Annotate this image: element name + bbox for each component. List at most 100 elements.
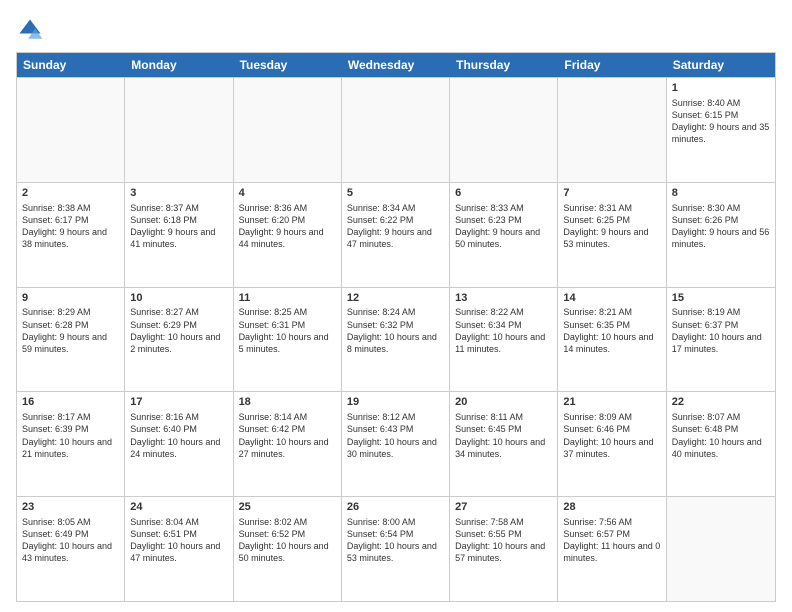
header-day-friday: Friday xyxy=(558,53,666,77)
day-number: 2 xyxy=(22,186,119,201)
day-info: Sunrise: 8:33 AM Sunset: 6:23 PM Dayligh… xyxy=(455,202,552,251)
day-info: Sunrise: 8:40 AM Sunset: 6:15 PM Dayligh… xyxy=(672,97,770,146)
day-number: 17 xyxy=(130,395,227,410)
page: SundayMondayTuesdayWednesdayThursdayFrid… xyxy=(0,0,792,612)
day-cell-25: 25Sunrise: 8:02 AM Sunset: 6:52 PM Dayli… xyxy=(234,497,342,601)
calendar-body: 1Sunrise: 8:40 AM Sunset: 6:15 PM Daylig… xyxy=(17,77,775,601)
empty-cell-0-1 xyxy=(125,78,233,182)
day-cell-8: 8Sunrise: 8:30 AM Sunset: 6:26 PM Daylig… xyxy=(667,183,775,287)
day-number: 11 xyxy=(239,291,336,306)
day-number: 24 xyxy=(130,500,227,515)
day-info: Sunrise: 8:02 AM Sunset: 6:52 PM Dayligh… xyxy=(239,516,336,565)
day-cell-18: 18Sunrise: 8:14 AM Sunset: 6:42 PM Dayli… xyxy=(234,392,342,496)
day-info: Sunrise: 7:56 AM Sunset: 6:57 PM Dayligh… xyxy=(563,516,660,565)
empty-cell-0-0 xyxy=(17,78,125,182)
day-cell-23: 23Sunrise: 8:05 AM Sunset: 6:49 PM Dayli… xyxy=(17,497,125,601)
day-cell-2: 2Sunrise: 8:38 AM Sunset: 6:17 PM Daylig… xyxy=(17,183,125,287)
day-cell-20: 20Sunrise: 8:11 AM Sunset: 6:45 PM Dayli… xyxy=(450,392,558,496)
day-number: 16 xyxy=(22,395,119,410)
day-info: Sunrise: 8:27 AM Sunset: 6:29 PM Dayligh… xyxy=(130,306,227,355)
header-day-thursday: Thursday xyxy=(450,53,558,77)
day-info: Sunrise: 8:17 AM Sunset: 6:39 PM Dayligh… xyxy=(22,411,119,460)
day-number: 22 xyxy=(672,395,770,410)
day-cell-28: 28Sunrise: 7:56 AM Sunset: 6:57 PM Dayli… xyxy=(558,497,666,601)
day-number: 12 xyxy=(347,291,444,306)
day-number: 23 xyxy=(22,500,119,515)
calendar: SundayMondayTuesdayWednesdayThursdayFrid… xyxy=(16,52,776,602)
day-cell-19: 19Sunrise: 8:12 AM Sunset: 6:43 PM Dayli… xyxy=(342,392,450,496)
day-number: 21 xyxy=(563,395,660,410)
day-number: 18 xyxy=(239,395,336,410)
day-number: 5 xyxy=(347,186,444,201)
day-cell-27: 27Sunrise: 7:58 AM Sunset: 6:55 PM Dayli… xyxy=(450,497,558,601)
day-cell-26: 26Sunrise: 8:00 AM Sunset: 6:54 PM Dayli… xyxy=(342,497,450,601)
day-cell-3: 3Sunrise: 8:37 AM Sunset: 6:18 PM Daylig… xyxy=(125,183,233,287)
header-day-saturday: Saturday xyxy=(667,53,775,77)
calendar-row-0: 1Sunrise: 8:40 AM Sunset: 6:15 PM Daylig… xyxy=(17,77,775,182)
day-cell-12: 12Sunrise: 8:24 AM Sunset: 6:32 PM Dayli… xyxy=(342,288,450,392)
empty-cell-0-2 xyxy=(234,78,342,182)
header-day-tuesday: Tuesday xyxy=(234,53,342,77)
day-info: Sunrise: 8:37 AM Sunset: 6:18 PM Dayligh… xyxy=(130,202,227,251)
day-cell-14: 14Sunrise: 8:21 AM Sunset: 6:35 PM Dayli… xyxy=(558,288,666,392)
day-number: 25 xyxy=(239,500,336,515)
day-number: 8 xyxy=(672,186,770,201)
day-cell-24: 24Sunrise: 8:04 AM Sunset: 6:51 PM Dayli… xyxy=(125,497,233,601)
day-info: Sunrise: 8:24 AM Sunset: 6:32 PM Dayligh… xyxy=(347,306,444,355)
calendar-row-1: 2Sunrise: 8:38 AM Sunset: 6:17 PM Daylig… xyxy=(17,182,775,287)
calendar-row-3: 16Sunrise: 8:17 AM Sunset: 6:39 PM Dayli… xyxy=(17,391,775,496)
header-day-sunday: Sunday xyxy=(17,53,125,77)
header xyxy=(16,16,776,44)
day-info: Sunrise: 8:04 AM Sunset: 6:51 PM Dayligh… xyxy=(130,516,227,565)
calendar-row-2: 9Sunrise: 8:29 AM Sunset: 6:28 PM Daylig… xyxy=(17,287,775,392)
day-cell-13: 13Sunrise: 8:22 AM Sunset: 6:34 PM Dayli… xyxy=(450,288,558,392)
day-cell-17: 17Sunrise: 8:16 AM Sunset: 6:40 PM Dayli… xyxy=(125,392,233,496)
day-cell-5: 5Sunrise: 8:34 AM Sunset: 6:22 PM Daylig… xyxy=(342,183,450,287)
header-day-monday: Monday xyxy=(125,53,233,77)
day-info: Sunrise: 8:38 AM Sunset: 6:17 PM Dayligh… xyxy=(22,202,119,251)
day-cell-9: 9Sunrise: 8:29 AM Sunset: 6:28 PM Daylig… xyxy=(17,288,125,392)
day-number: 20 xyxy=(455,395,552,410)
day-cell-7: 7Sunrise: 8:31 AM Sunset: 6:25 PM Daylig… xyxy=(558,183,666,287)
day-number: 9 xyxy=(22,291,119,306)
day-cell-1: 1Sunrise: 8:40 AM Sunset: 6:15 PM Daylig… xyxy=(667,78,775,182)
day-info: Sunrise: 8:21 AM Sunset: 6:35 PM Dayligh… xyxy=(563,306,660,355)
calendar-row-4: 23Sunrise: 8:05 AM Sunset: 6:49 PM Dayli… xyxy=(17,496,775,601)
day-cell-10: 10Sunrise: 8:27 AM Sunset: 6:29 PM Dayli… xyxy=(125,288,233,392)
header-day-wednesday: Wednesday xyxy=(342,53,450,77)
empty-cell-0-5 xyxy=(558,78,666,182)
day-cell-22: 22Sunrise: 8:07 AM Sunset: 6:48 PM Dayli… xyxy=(667,392,775,496)
day-number: 3 xyxy=(130,186,227,201)
day-number: 1 xyxy=(672,81,770,96)
day-cell-4: 4Sunrise: 8:36 AM Sunset: 6:20 PM Daylig… xyxy=(234,183,342,287)
logo-icon xyxy=(16,16,44,44)
empty-cell-0-3 xyxy=(342,78,450,182)
day-info: Sunrise: 7:58 AM Sunset: 6:55 PM Dayligh… xyxy=(455,516,552,565)
day-info: Sunrise: 8:29 AM Sunset: 6:28 PM Dayligh… xyxy=(22,306,119,355)
day-number: 26 xyxy=(347,500,444,515)
day-info: Sunrise: 8:16 AM Sunset: 6:40 PM Dayligh… xyxy=(130,411,227,460)
day-info: Sunrise: 8:36 AM Sunset: 6:20 PM Dayligh… xyxy=(239,202,336,251)
day-cell-11: 11Sunrise: 8:25 AM Sunset: 6:31 PM Dayli… xyxy=(234,288,342,392)
day-info: Sunrise: 8:22 AM Sunset: 6:34 PM Dayligh… xyxy=(455,306,552,355)
day-info: Sunrise: 8:30 AM Sunset: 6:26 PM Dayligh… xyxy=(672,202,770,251)
day-number: 19 xyxy=(347,395,444,410)
day-info: Sunrise: 8:14 AM Sunset: 6:42 PM Dayligh… xyxy=(239,411,336,460)
day-info: Sunrise: 8:11 AM Sunset: 6:45 PM Dayligh… xyxy=(455,411,552,460)
day-number: 15 xyxy=(672,291,770,306)
day-number: 6 xyxy=(455,186,552,201)
day-cell-21: 21Sunrise: 8:09 AM Sunset: 6:46 PM Dayli… xyxy=(558,392,666,496)
day-info: Sunrise: 8:34 AM Sunset: 6:22 PM Dayligh… xyxy=(347,202,444,251)
empty-cell-0-4 xyxy=(450,78,558,182)
day-info: Sunrise: 8:05 AM Sunset: 6:49 PM Dayligh… xyxy=(22,516,119,565)
logo xyxy=(16,16,48,44)
calendar-header: SundayMondayTuesdayWednesdayThursdayFrid… xyxy=(17,53,775,77)
day-info: Sunrise: 8:09 AM Sunset: 6:46 PM Dayligh… xyxy=(563,411,660,460)
day-info: Sunrise: 8:00 AM Sunset: 6:54 PM Dayligh… xyxy=(347,516,444,565)
day-number: 14 xyxy=(563,291,660,306)
day-cell-16: 16Sunrise: 8:17 AM Sunset: 6:39 PM Dayli… xyxy=(17,392,125,496)
day-info: Sunrise: 8:07 AM Sunset: 6:48 PM Dayligh… xyxy=(672,411,770,460)
day-info: Sunrise: 8:25 AM Sunset: 6:31 PM Dayligh… xyxy=(239,306,336,355)
day-number: 4 xyxy=(239,186,336,201)
day-info: Sunrise: 8:31 AM Sunset: 6:25 PM Dayligh… xyxy=(563,202,660,251)
